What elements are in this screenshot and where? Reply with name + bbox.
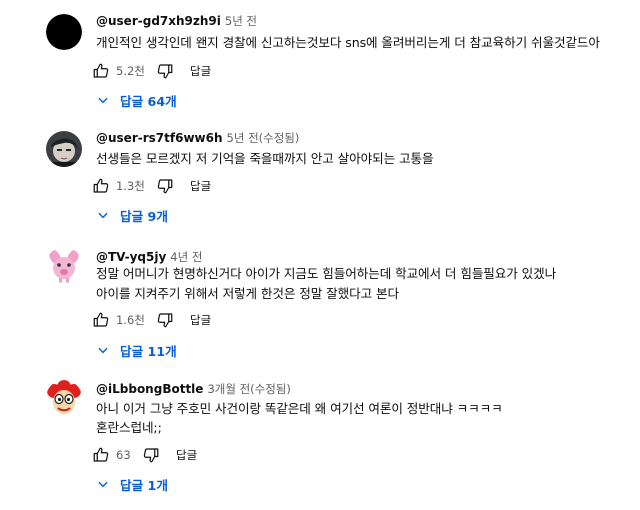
comment-author[interactable]: @user-rs7tf6ww6h <box>96 131 223 145</box>
avatar[interactable] <box>46 14 82 50</box>
like-count: 63 <box>116 448 131 462</box>
comment-text: 선생들은 모르겠지 저 기억을 죽을때까지 안고 살아야되는 고통을 <box>96 151 434 166</box>
reply-button[interactable]: 답글 <box>190 312 211 328</box>
like-count: 1.6천 <box>116 313 145 327</box>
comment-toolbar: 5.2천 답글 <box>90 59 211 83</box>
chevron-down-icon <box>96 343 110 357</box>
avatar[interactable] <box>46 247 82 283</box>
comment-toolbar: 1.3천 답글 <box>90 174 211 198</box>
chevron-down-icon <box>96 208 110 222</box>
reply-button[interactable]: 답글 <box>190 178 211 194</box>
comment-header: @TV-yq5jy 4년 전 <box>96 249 202 265</box>
replies-count: 답글 11개 <box>120 343 177 359</box>
comment-text: 개인적인 생각인데 왠지 경찰에 신고하는것보다 sns에 올려버리는게 더 참… <box>96 35 600 50</box>
view-replies-button[interactable]: 답글 9개 <box>96 205 168 225</box>
comment-toolbar: 1.6천 답글 <box>90 308 211 332</box>
reply-button[interactable]: 답글 <box>190 63 211 79</box>
thumb-up-icon[interactable] <box>90 60 112 82</box>
replies-count: 답글 64개 <box>120 93 177 109</box>
comment-header: @user-gd7xh9zh9i 5년 전 <box>96 13 257 29</box>
comment-author[interactable]: @TV-yq5jy <box>96 250 166 264</box>
comment-toolbar: 63 답글 <box>90 443 197 467</box>
comment-text: 혼란스럽네;; <box>96 420 162 435</box>
comment-time[interactable]: 5년 전(수정됨) <box>227 131 300 145</box>
comment-text: 아이를 지켜주기 위해서 저렇게 한것은 정말 잘했다고 본다 <box>96 286 399 301</box>
thumb-up-icon[interactable] <box>90 175 112 197</box>
view-replies-button[interactable]: 답글 64개 <box>96 90 177 110</box>
comment-header: @iLbbongBottle 3개월 전(수정됨) <box>96 381 291 397</box>
avatar[interactable] <box>46 131 82 167</box>
comment-text: 아니 이거 그냥 주호민 사건이랑 똑같은데 왜 여기선 여론이 정반대냐 ㅋㅋ… <box>96 401 503 416</box>
thumb-up-icon[interactable] <box>90 309 112 331</box>
comment-time[interactable]: 5년 전 <box>225 14 257 28</box>
reply-button[interactable]: 답글 <box>176 447 197 463</box>
view-replies-button[interactable]: 답글 1개 <box>96 474 168 494</box>
avatar[interactable] <box>46 380 82 416</box>
comment-time[interactable]: 3개월 전(수정됨) <box>207 382 290 396</box>
replies-count: 답글 9개 <box>120 208 168 224</box>
comment-author[interactable]: @iLbbongBottle <box>96 382 203 396</box>
comment-header: @user-rs7tf6ww6h 5년 전(수정됨) <box>96 130 299 146</box>
thumb-down-icon[interactable] <box>154 60 176 82</box>
comment-author[interactable]: @user-gd7xh9zh9i <box>96 14 221 28</box>
thumb-down-icon[interactable] <box>154 309 176 331</box>
chevron-down-icon <box>96 93 110 107</box>
view-replies-button[interactable]: 답글 11개 <box>96 340 177 360</box>
chevron-down-icon <box>96 477 110 491</box>
replies-count: 답글 1개 <box>120 477 168 493</box>
comment-text: 정말 어머니가 현명하신거다 아이가 지금도 힘들어하는데 학교에서 더 힘들필… <box>96 266 557 281</box>
thumb-down-icon[interactable] <box>140 444 162 466</box>
like-count: 1.3천 <box>116 179 145 193</box>
like-count: 5.2천 <box>116 64 145 78</box>
thumb-down-icon[interactable] <box>154 175 176 197</box>
thumb-up-icon[interactable] <box>90 444 112 466</box>
comment-time[interactable]: 4년 전 <box>170 250 202 264</box>
